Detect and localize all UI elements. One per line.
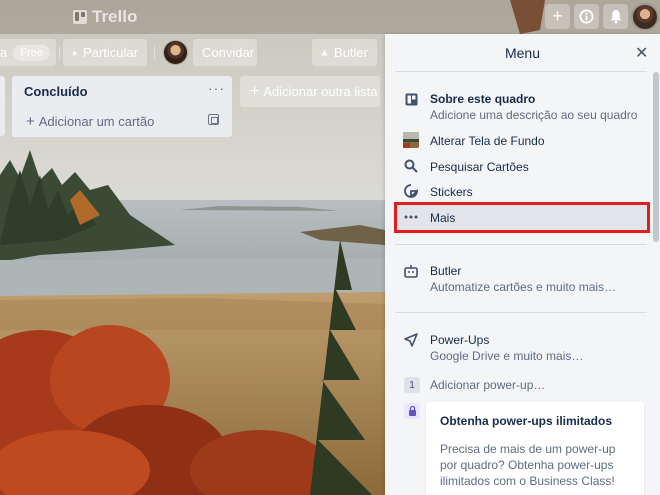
list-title[interactable]: Concluído — [24, 84, 88, 99]
menu-item-title: Pesquisar Cartões — [430, 160, 529, 174]
close-icon[interactable]: ✕ — [635, 43, 648, 63]
invite-button[interactable]: Convidar — [193, 39, 257, 66]
plan-badge: Free — [13, 44, 50, 61]
menu-item-more[interactable]: Mais — [395, 209, 647, 227]
board-header: a Free Particular Convidar Butler — [0, 34, 385, 72]
previous-list-edge — [0, 76, 5, 136]
top-header: Trello + — [0, 0, 660, 34]
more-icon — [403, 209, 419, 225]
menu-item-power-ups[interactable]: Power-Ups Google Drive e muito mais… — [395, 331, 647, 367]
menu-item-title: Mais — [430, 211, 456, 225]
board-name-button[interactable]: a Free — [0, 39, 56, 66]
menu-item-title: Power-Ups — [430, 333, 490, 347]
visibility-label: Particular — [83, 45, 138, 60]
divider — [154, 46, 155, 60]
menu-item-title: Alterar Tela de Fundo — [430, 134, 545, 148]
invite-label: Convidar — [202, 45, 255, 60]
menu-item-change-background[interactable]: Alterar Tela de Fundo — [395, 132, 647, 150]
sticker-icon — [403, 183, 419, 199]
menu-item-title: Sobre este quadro — [430, 92, 536, 106]
promo-text: Precisa de mais de um power-up por quadr… — [440, 442, 616, 488]
menu-divider — [395, 244, 647, 245]
plus-icon: + — [26, 113, 35, 130]
menu-item-butler[interactable]: Butler Automatize cartões e muito mais… — [395, 262, 647, 298]
divider — [59, 46, 60, 60]
menu-item-subtitle: Google Drive e muito mais… — [430, 349, 584, 363]
list-concluido: Concluído ··· + Adicionar um cartão — [12, 76, 232, 137]
menu-scrollbar[interactable] — [653, 72, 659, 242]
notifications-button[interactable] — [603, 4, 628, 29]
unlimited-powerups-promo: Obtenha power-ups ilimitados Precisa de … — [426, 402, 644, 495]
add-powerup-link[interactable]: Adicionar power-up… — [395, 378, 647, 394]
menu-title: Menu — [504, 45, 541, 61]
board-icon — [403, 91, 419, 107]
lock-icon — [404, 403, 420, 419]
butler-icon — [321, 49, 328, 56]
menu-item-search-cards[interactable]: Pesquisar Cartões — [395, 158, 647, 176]
add-card-button[interactable]: + Adicionar um cartão — [26, 113, 154, 130]
menu-item-title: Butler — [430, 264, 462, 278]
card-template-icon[interactable] — [208, 114, 219, 125]
menu-item-about-board[interactable]: Sobre este quadro Adicione uma descrição… — [395, 90, 647, 126]
butler-label: Butler — [334, 45, 368, 60]
menu-divider — [395, 312, 647, 313]
menu-item-title: Stickers — [430, 185, 473, 199]
background-thumbnail — [403, 132, 419, 148]
add-powerup-label: Adicionar power-up… — [430, 378, 546, 392]
menu-item-subtitle: Automatize cartões e muito mais… — [430, 280, 617, 294]
rocket-icon — [403, 332, 419, 348]
create-button[interactable]: + — [545, 4, 570, 29]
user-avatar[interactable] — [631, 3, 659, 31]
menu-item-subtitle: Adicione uma descrição ao seu quadro — [430, 108, 638, 122]
logo-text: Trello — [92, 7, 138, 26]
plus-icon: + — [250, 82, 260, 100]
visibility-button[interactable]: Particular — [63, 39, 147, 66]
search-icon — [403, 158, 419, 174]
add-list-button[interactable]: + Adicionar outra lista — [240, 76, 380, 107]
add-card-label: Adicionar um cartão — [38, 114, 155, 129]
plus-icon: + — [552, 6, 563, 26]
butler-icon — [403, 263, 419, 279]
info-icon — [579, 9, 594, 24]
home-icon — [72, 50, 77, 55]
list-menu-button[interactable]: ··· — [208, 80, 225, 96]
trello-logo[interactable]: Trello — [73, 6, 137, 28]
board-name: a — [0, 45, 8, 60]
info-button[interactable] — [574, 4, 599, 29]
menu-divider — [395, 71, 647, 72]
menu-item-stickers[interactable]: Stickers — [395, 183, 647, 201]
trello-logo-icon — [73, 10, 87, 24]
member-avatar[interactable] — [163, 40, 188, 65]
butler-button[interactable]: Butler — [312, 39, 377, 66]
promo-title: Obtenha power-ups ilimitados — [440, 414, 613, 428]
add-list-label: Adicionar outra lista — [263, 84, 378, 99]
bell-icon — [609, 9, 622, 24]
